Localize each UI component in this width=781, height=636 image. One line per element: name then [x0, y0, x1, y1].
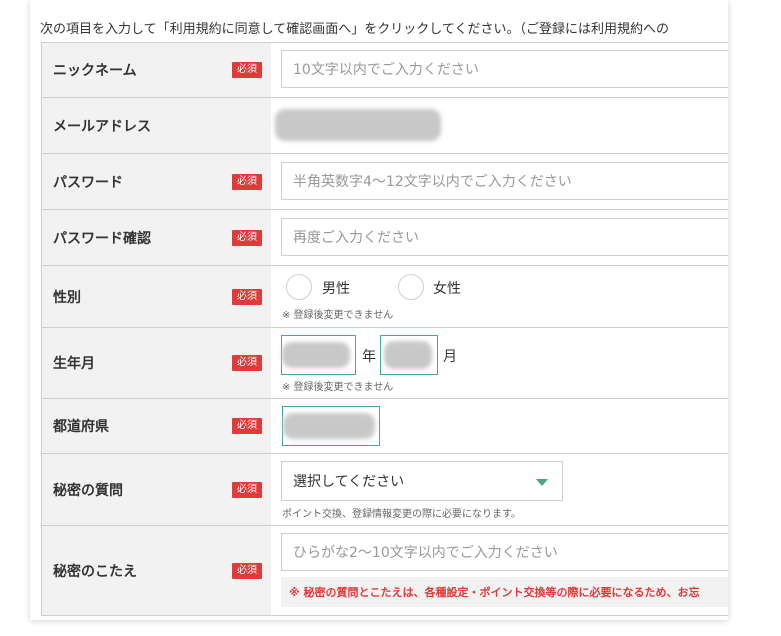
row-secret-question: 秘密の質問 必須 選択してください ポイント交換、登録情報変更の際に必要になりま… — [42, 454, 728, 526]
gender-female-radio[interactable] — [398, 274, 424, 300]
birth-year-input[interactable] — [281, 335, 356, 375]
secret-question-label: 秘密の質問 — [53, 482, 123, 499]
secret-answer-warning: ※ 秘密の質問とこたえは、各種設定・ポイント交換等の際に必要になるため、お忘 — [281, 577, 728, 607]
gender-note: ※ 登録後変更できません — [282, 310, 394, 321]
gender-male-label: 男性 — [322, 281, 350, 297]
prefecture-redacted — [283, 413, 375, 439]
required-badge: 必須 — [232, 173, 262, 190]
registration-form: ニックネーム 必須 10文字以内でご入力ください メールアドレス パスワード 必… — [41, 42, 728, 616]
row-password: パスワード 必須 半角英数字4～12文字以内でご入力ください — [42, 154, 728, 210]
gender-female-label: 女性 — [433, 281, 461, 297]
password-confirm-placeholder: 再度ご入力ください — [293, 230, 419, 246]
required-badge: 必須 — [232, 288, 262, 305]
secret-answer-input[interactable]: ひらがな2～10文字以内でご入力ください — [281, 533, 728, 571]
warning-text: ※ 秘密の質問とこたえは、各種設定・ポイント交換等の際に必要になるため、お忘 — [289, 586, 700, 599]
row-birth: 生年月 必須 年 月 ※ 登録後変更できません — [42, 328, 728, 399]
email-label: メールアドレス — [53, 118, 151, 135]
birth-month-input[interactable] — [380, 335, 438, 375]
nickname-input[interactable]: 10文字以内でご入力ください — [281, 50, 728, 88]
required-badge: 必須 — [232, 418, 262, 434]
password-confirm-input[interactable]: 再度ご入力ください — [281, 218, 728, 256]
chevron-down-icon — [536, 479, 548, 486]
label-cell: パスワード確認 必須 — [42, 210, 271, 265]
label-cell: 秘密のこたえ 必須 — [42, 526, 271, 615]
row-password-confirm: パスワード確認 必須 再度ご入力ください — [42, 210, 728, 266]
secret-question-note: ポイント交換、登録情報変更の際に必要になります。 — [282, 509, 521, 520]
required-badge: 必須 — [232, 355, 262, 371]
password-confirm-label: パスワード確認 — [53, 230, 151, 247]
prefecture-select[interactable] — [282, 406, 380, 446]
row-email: メールアドレス — [42, 98, 728, 154]
secret-answer-placeholder: ひらがな2～10文字以内でご入力ください — [293, 545, 558, 561]
label-cell: 生年月 必須 — [42, 328, 271, 398]
label-cell: 都道府県 必須 — [42, 399, 271, 453]
birth-month-redacted — [384, 341, 432, 369]
email-value-redacted — [275, 109, 441, 141]
month-unit: 月 — [443, 349, 457, 365]
year-unit: 年 — [362, 349, 376, 365]
label-cell: パスワード 必須 — [42, 154, 271, 209]
password-input[interactable]: 半角英数字4～12文字以内でご入力ください — [281, 162, 728, 200]
secret-question-select[interactable]: 選択してください — [281, 461, 563, 501]
row-prefecture: 都道府県 必須 — [42, 399, 728, 454]
birth-year-redacted — [282, 342, 350, 368]
birth-note: ※ 登録後変更できません — [282, 382, 394, 393]
label-cell: ニックネーム 必須 — [42, 43, 271, 97]
gender-male-radio[interactable] — [286, 274, 312, 300]
secret-answer-label: 秘密のこたえ — [53, 563, 137, 580]
intro-text: 次の項目を入力して「利用規約に同意して確認画面へ」をクリックしてください。（ご登… — [40, 22, 669, 37]
label-cell: 秘密の質問 必須 — [42, 454, 271, 525]
required-badge: 必須 — [232, 62, 262, 78]
required-badge: 必須 — [232, 481, 262, 498]
row-gender: 性別 必須 男性 女性 ※ 登録後変更できません — [42, 266, 728, 328]
row-nickname: ニックネーム 必須 10文字以内でご入力ください — [42, 43, 728, 98]
required-badge: 必須 — [232, 229, 262, 246]
row-secret-answer: 秘密のこたえ 必須 ひらがな2～10文字以内でご入力ください ※ 秘密の質問とこ… — [42, 526, 728, 616]
nickname-label: ニックネーム — [53, 63, 137, 79]
secret-question-selected: 選択してください — [293, 474, 405, 490]
label-cell: メールアドレス — [42, 98, 271, 153]
required-badge: 必須 — [232, 562, 262, 579]
password-label: パスワード — [53, 174, 123, 191]
registration-form-panel: 次の項目を入力して「利用規約に同意して確認画面へ」をクリックしてください。（ご登… — [30, 0, 728, 620]
label-cell: 性別 必須 — [42, 266, 271, 327]
password-placeholder: 半角英数字4～12文字以内でご入力ください — [293, 174, 572, 190]
gender-label: 性別 — [53, 289, 81, 306]
nickname-placeholder: 10文字以内でご入力ください — [293, 62, 479, 78]
birth-label: 生年月 — [53, 356, 95, 372]
prefecture-label: 都道府県 — [53, 419, 109, 435]
